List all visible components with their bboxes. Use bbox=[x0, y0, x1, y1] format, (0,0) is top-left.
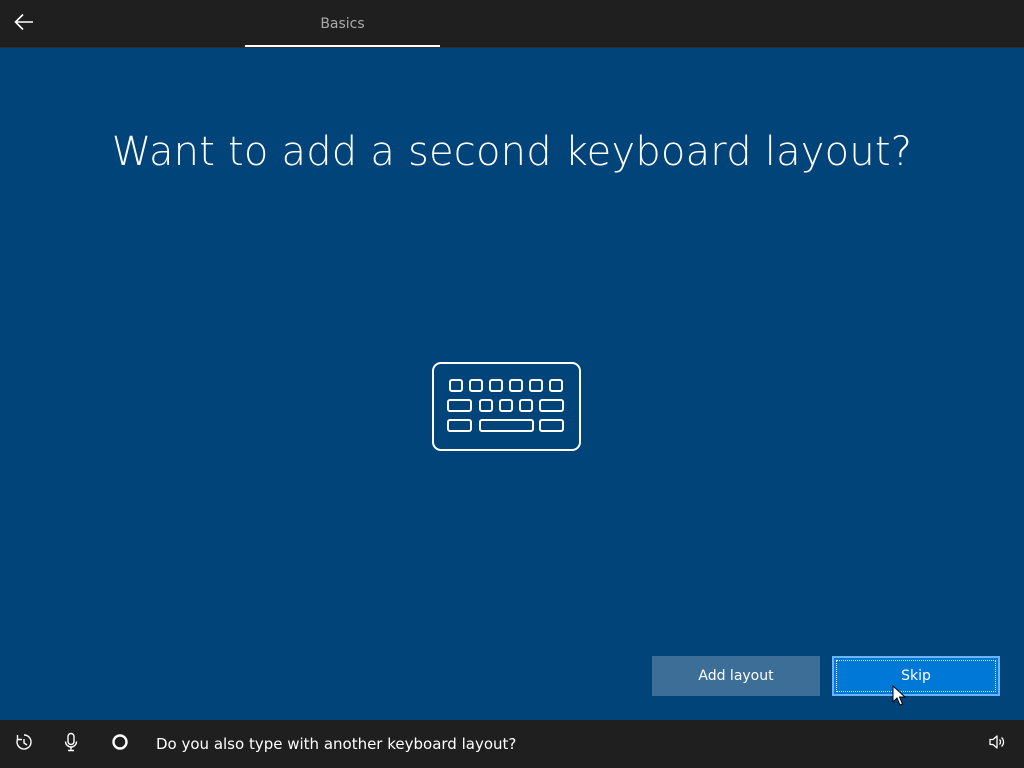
skip-button[interactable]: Skip bbox=[832, 656, 1000, 696]
back-arrow-icon bbox=[14, 13, 34, 35]
volume-button[interactable] bbox=[986, 732, 1010, 756]
top-bar: Basics bbox=[0, 0, 1024, 48]
cortana-icon bbox=[111, 733, 129, 755]
tab-basics[interactable]: Basics bbox=[245, 0, 440, 47]
accessibility-icon bbox=[14, 732, 34, 756]
add-layout-button[interactable]: Add layout bbox=[652, 656, 820, 696]
page-title: Want to add a second keyboard layout? bbox=[111, 129, 913, 175]
microphone-button[interactable] bbox=[59, 732, 83, 756]
keyboard-icon bbox=[431, 361, 583, 453]
oobe-screen: Basics Want to add a second keyboard lay… bbox=[0, 0, 1024, 768]
back-button[interactable] bbox=[8, 8, 40, 40]
volume-icon bbox=[988, 733, 1008, 755]
mouse-cursor-icon bbox=[892, 684, 907, 707]
bottom-bar: Do you also type with another keyboard l… bbox=[0, 720, 1024, 768]
tab-basics-label: Basics bbox=[320, 15, 365, 32]
cortana-button[interactable] bbox=[108, 732, 132, 756]
accessibility-button[interactable] bbox=[12, 732, 36, 756]
microphone-icon bbox=[63, 732, 79, 756]
add-layout-label: Add layout bbox=[698, 668, 774, 684]
skip-label: Skip bbox=[901, 668, 931, 684]
cortana-caption: Do you also type with another keyboard l… bbox=[156, 735, 517, 753]
active-tab-indicator bbox=[245, 45, 440, 47]
